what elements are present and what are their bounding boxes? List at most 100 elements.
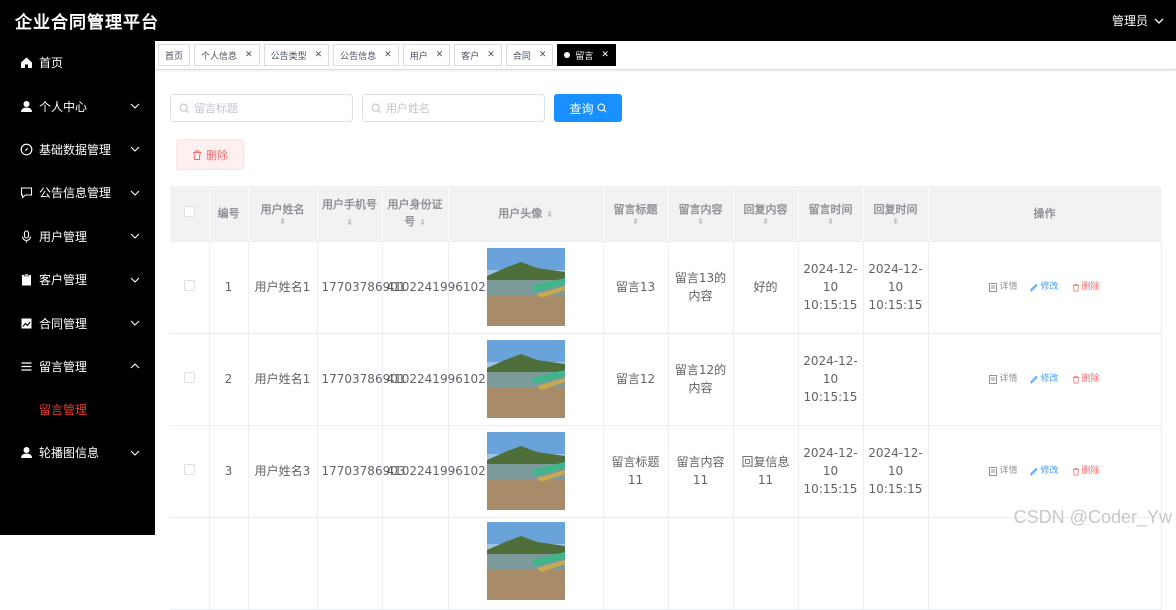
cell-reply-time: 2024-12-10 10:15:15 <box>863 425 929 518</box>
table-row: 2 用户姓名1 17703786901 410224199610232001 留言12 留… <box>170 333 1162 426</box>
cell-phone: 17703786901 <box>317 241 405 334</box>
close-icon[interactable]: ✕ <box>539 50 547 60</box>
sort-icon[interactable]: ⬍ <box>669 217 733 226</box>
user-menu[interactable]: 管理员 <box>1112 12 1164 29</box>
close-icon[interactable]: ✕ <box>315 50 323 60</box>
sort-icon[interactable]: ⬍ <box>864 217 928 226</box>
table-cell <box>317 517 383 610</box>
cell-reply-time: 2024-12-10 10:15:15 <box>863 241 929 334</box>
search-icon <box>179 103 190 113</box>
table-cell <box>170 517 210 610</box>
message-table: 编号 用户姓名 ⬍ 用户手机号 ⬍ 用户身份证号 ⬍ 用户头像 ⬍ 留言标题 ⬍ 留… <box>170 186 1162 610</box>
delete-button[interactable]: 删除 <box>1072 278 1100 296</box>
sidebar-item-notice[interactable]: 公告信息管理 <box>0 171 155 214</box>
column-header[interactable]: 回复时间 ⬍ <box>863 186 929 242</box>
message-title-input[interactable]: 留言标题 <box>170 94 353 122</box>
tab-customer[interactable]: 客户 ✕ <box>454 44 502 66</box>
sidebar-item-profile[interactable]: 个人中心 <box>0 84 155 127</box>
column-header[interactable]: 用户头像 ⬍ <box>448 186 604 242</box>
sidebar-item-contracts[interactable]: 合同管理 <box>0 301 155 344</box>
close-icon[interactable]: ✕ <box>436 50 444 60</box>
column-header[interactable]: 用户身份证号 ⬍ <box>382 186 449 242</box>
sidebar-subitem-messages[interactable]: 留言管理 <box>0 388 155 431</box>
column-header[interactable]: 回复内容 ⬍ <box>733 186 799 242</box>
mic-icon <box>19 229 33 243</box>
select-all-cell[interactable] <box>170 186 210 242</box>
column-header[interactable]: 留言标题 ⬍ <box>603 186 669 242</box>
cell-content: 留言12的内容 <box>668 333 734 426</box>
close-icon[interactable]: ✕ <box>384 50 392 60</box>
trash-icon <box>1072 283 1079 291</box>
chevron-down-icon <box>130 103 140 109</box>
trash-icon <box>1072 467 1079 475</box>
chevron-down-icon <box>130 190 140 196</box>
column-label: 用户头像 <box>498 206 543 220</box>
op-label: 删除 <box>1081 466 1100 476</box>
tab-notice-type[interactable]: 公告类型 ✕ <box>263 44 330 66</box>
close-icon[interactable]: ✕ <box>487 50 495 60</box>
row-checkbox[interactable] <box>183 464 195 475</box>
edit-button[interactable]: 修改 <box>1030 462 1059 480</box>
active-dot-icon <box>564 52 571 58</box>
row-select-cell[interactable] <box>170 241 210 334</box>
sidebar-item-home[interactable]: 首页 <box>0 41 155 84</box>
cell-msg-time: 2024-12-10 10:15:15 <box>798 425 864 518</box>
delete-button[interactable]: 删除 <box>1072 462 1100 480</box>
op-label: 修改 <box>1040 466 1059 476</box>
sidebar-item-messages[interactable]: 留言管理 <box>0 344 155 389</box>
cell-idcard: 410224199610232001 <box>382 333 524 426</box>
close-icon[interactable]: ✕ <box>601 50 609 60</box>
sort-icon[interactable]: ⬍ <box>346 218 353 227</box>
close-icon[interactable]: ✕ <box>245 50 253 60</box>
detail-button[interactable]: 详情 <box>989 278 1017 296</box>
user-avatar-image <box>486 248 565 326</box>
user-name-input[interactable]: 用户姓名 <box>362 94 545 122</box>
tab-user[interactable]: 用户 ✕ <box>402 44 451 66</box>
tab-label: 留言 <box>575 51 594 62</box>
column-header[interactable]: 留言内容 ⬍ <box>668 186 734 242</box>
sidebar-item-carousel[interactable]: 轮播图信息 <box>0 431 155 474</box>
row-checkbox[interactable] <box>183 372 195 383</box>
table-row: 3 用户姓名3 17703786903 410224199610232003 留言标题1… <box>170 425 1162 518</box>
row-select-cell[interactable] <box>170 333 210 426</box>
column-label: 回复内容 <box>743 202 788 216</box>
edit-icon <box>1030 375 1039 384</box>
detail-button[interactable]: 详情 <box>989 370 1017 388</box>
delete-button[interactable]: 删除 <box>1072 370 1100 388</box>
table-cell <box>209 517 249 610</box>
op-label: 修改 <box>1040 374 1059 384</box>
chevron-down-icon <box>130 277 140 283</box>
column-label: 留言时间 <box>808 202 853 216</box>
row-checkbox[interactable] <box>183 280 195 291</box>
column-header[interactable]: 留言时间 ⬍ <box>798 186 864 242</box>
tab-message[interactable]: 留言 ✕ <box>557 44 616 66</box>
sort-icon[interactable]: ⬍ <box>249 217 317 226</box>
column-header[interactable]: 用户姓名 ⬍ <box>248 186 318 242</box>
batch-delete-button[interactable]: 删除 <box>176 139 244 170</box>
column-header[interactable]: 用户手机号 ⬍ <box>317 186 383 242</box>
sidebar-item-label: 合同管理 <box>39 316 88 331</box>
tab-profile[interactable]: 个人信息 ✕ <box>194 44 260 66</box>
edit-button[interactable]: 修改 <box>1030 370 1059 388</box>
sort-icon[interactable]: ⬍ <box>604 217 668 226</box>
cell-msg-time: 2024-12-10 10:15:15 <box>798 241 864 334</box>
select-all-checkbox[interactable] <box>183 205 195 217</box>
query-button[interactable]: 查询 <box>554 94 622 122</box>
edit-button[interactable]: 修改 <box>1030 278 1059 296</box>
sidebar-item-label: 用户管理 <box>39 229 88 244</box>
tab-home[interactable]: 首页 <box>158 44 191 66</box>
sort-icon[interactable]: ⬍ <box>419 218 426 227</box>
tab-contract[interactable]: 合同 ✕ <box>505 44 554 66</box>
table-row: 1 用户姓名1 17703786901 410224199610232001 留言13 留… <box>170 241 1162 334</box>
sidebar-item-basic-data[interactable]: 基础数据管理 <box>0 128 155 171</box>
cell-reply: 好的 <box>733 241 799 334</box>
column-header: 操作 <box>928 186 1162 242</box>
detail-button[interactable]: 详情 <box>989 462 1017 480</box>
row-select-cell[interactable] <box>170 425 210 518</box>
tab-notice-info[interactable]: 公告信息 ✕ <box>333 44 399 66</box>
sort-icon[interactable]: ⬍ <box>546 210 553 219</box>
sidebar-item-users[interactable]: 用户管理 <box>0 215 155 258</box>
sort-icon[interactable]: ⬍ <box>799 217 863 226</box>
sort-icon[interactable]: ⬍ <box>734 217 798 226</box>
sidebar-item-customers[interactable]: 客户管理 <box>0 258 155 301</box>
